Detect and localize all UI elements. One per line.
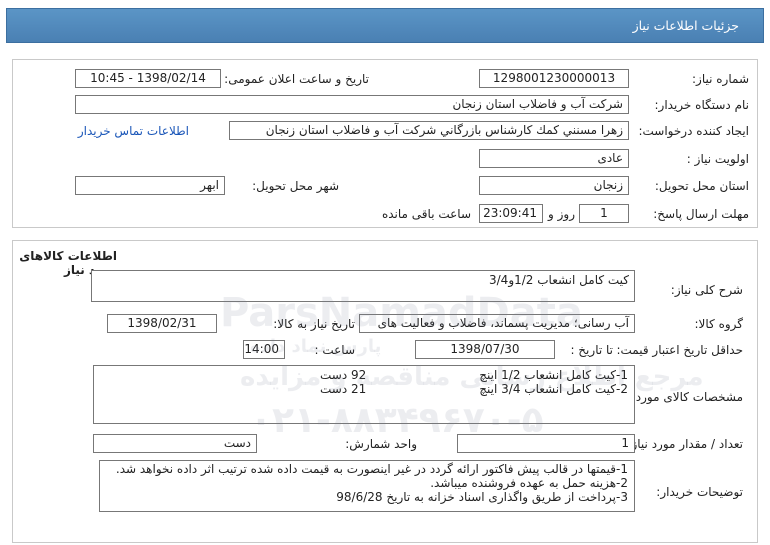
buyer-notes-textarea[interactable]: 1-قیمتها در قالب پیش فاکتور ارائه گردد د… [99, 460, 635, 512]
notes-line-2: 2-هزینه حمل به عهده فروشنده میباشد. [430, 476, 628, 490]
until-date-label: تا تاریخ : [570, 343, 613, 357]
page-header: جزئیات اطلاعات نیاز [6, 8, 764, 43]
city-label: شهر محل تحویل: [252, 179, 339, 193]
city-field[interactable]: ابهر [75, 176, 225, 195]
buyer-field[interactable]: شرکت آب و فاضلاب استان زنجان [75, 95, 629, 114]
need-info-panel: شماره نیاز: 1298001230000013 تاریخ و ساع… [12, 59, 758, 228]
buyer-notes-label: توضیحات خریدار: [656, 485, 743, 499]
deadline-time-field[interactable]: 23:09:41 [479, 204, 543, 223]
deadline-days-field[interactable]: 1 [579, 204, 629, 223]
watermark-brand: ParsNamadData [220, 290, 583, 336]
need-date-field[interactable]: 1398/02/31 [107, 314, 217, 333]
unit-field[interactable]: دست [93, 434, 257, 453]
watermark-tagline: مرجع اطلاع رسانی مناقصه و مزایده [240, 362, 704, 392]
watermark-phone: ۰۲۱-۸۸۳۴۹۶۷۰-۵ [250, 400, 544, 441]
priority-label: اولویت نیاز : [686, 152, 749, 166]
notes-line-1: 1-قیمتها در قالب پیش فاکتور ارائه گردد د… [115, 462, 628, 476]
creator-field[interactable]: زهرا مسنني كمك كارشناس بازرگاني شركت آب … [229, 121, 629, 140]
province-label: استان محل تحویل: [654, 179, 749, 193]
province-field[interactable]: زنجان [479, 176, 629, 195]
goods-group-label: گروه کالا: [694, 317, 744, 331]
validity-date-field[interactable]: 1398/07/30 [415, 340, 555, 359]
days-word: روز و [548, 207, 575, 221]
buyer-label: نام دستگاه خریدار: [654, 98, 750, 112]
priority-field[interactable]: عادی [479, 149, 629, 168]
quantity-label: تعداد / مقدار مورد نیاز: [627, 437, 743, 451]
need-number-field[interactable]: 1298001230000013 [479, 69, 629, 88]
deadline-label: مهلت ارسال پاسخ: [653, 207, 749, 221]
creator-label: ایجاد کننده درخواست: [638, 124, 749, 138]
buyer-contact-link[interactable]: اطلاعات تماس خریدار [78, 124, 189, 138]
need-number-label: شماره نیاز: [692, 72, 749, 86]
announce-date-label: تاریخ و ساعت اعلان عمومی: [224, 72, 369, 86]
general-desc-label: شرح کلی نیاز: [670, 283, 743, 297]
watermark-brand-fa: پارس نماد داده [250, 336, 382, 357]
page-title: جزئیات اطلاعات نیاز [632, 18, 739, 33]
price-validity-label: حداقل تاریخ اعتبار قیمت: [616, 343, 743, 357]
remaining-word: ساعت باقی مانده [381, 207, 471, 221]
announce-date-field[interactable]: 1398/02/14 - 10:45 [75, 69, 221, 88]
notes-line-3: 3-پرداخت از طریق واگذاری اسناد خزانه به … [336, 490, 628, 504]
